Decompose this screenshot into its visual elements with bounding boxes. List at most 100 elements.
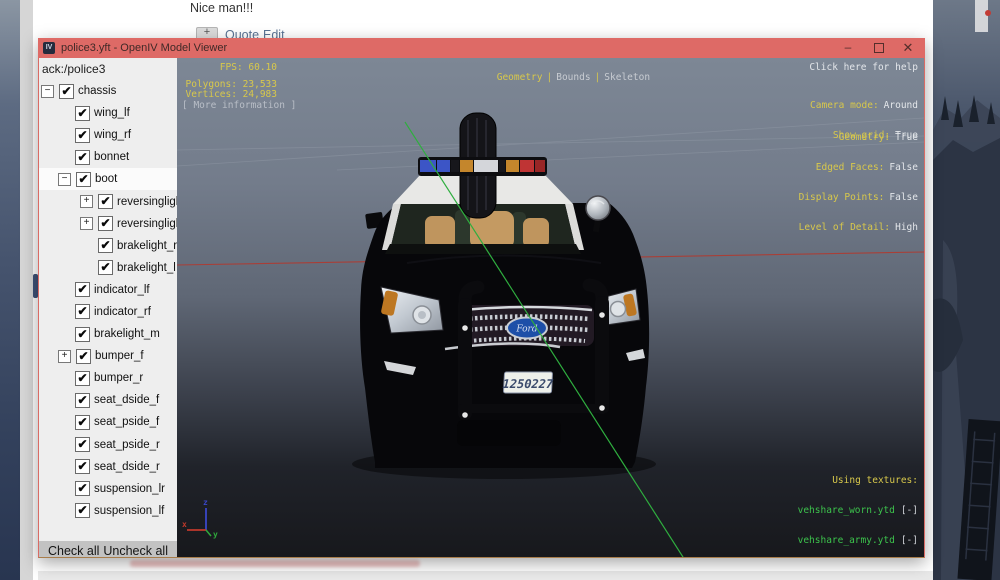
checkbox-checked-icon[interactable]: ✔ (76, 172, 91, 187)
tree-item-label: bonnet (94, 151, 129, 163)
checkbox-checked-icon[interactable]: ✔ (75, 393, 90, 408)
expand-icon[interactable]: + (58, 350, 71, 363)
tree-item-label: brakelight_r (117, 240, 177, 252)
window-titlebar[interactable]: IV police3.yft - OpenIV Model Viewer – ✕ (38, 38, 925, 58)
tree-item-reversinglight[interactable]: + ✔ reversinglight (39, 190, 177, 212)
tab-bounds[interactable]: Bounds (556, 72, 590, 83)
screen: Nice man!!! + Quote Edit (0, 0, 1000, 580)
check-all-button[interactable]: Check all (48, 544, 99, 558)
window-title: police3.yft - OpenIV Model Viewer (61, 42, 227, 54)
tree-item-brakelight_l[interactable]: ✔ brakelight_l (39, 257, 177, 279)
model-path-label: ack:/police3 (39, 58, 177, 80)
maximize-icon (874, 43, 884, 53)
tab-skeleton[interactable]: Skeleton (604, 72, 650, 83)
tree-item-label: brakelight_m (94, 328, 160, 340)
checkbox-checked-icon[interactable]: ✔ (98, 216, 113, 231)
tree-item-bonnet[interactable]: ✔ bonnet (39, 146, 177, 168)
lower-intake (457, 420, 561, 446)
tree-item-brakelight_r[interactable]: ✔ brakelight_r (39, 235, 177, 257)
tree-item-label: seat_pside_f (94, 416, 159, 428)
tree-item-bumper_f[interactable]: + ✔ bumper_f (39, 345, 177, 367)
forum-post-text: Nice man!!! (190, 1, 253, 15)
checkbox-checked-icon[interactable]: ✔ (59, 84, 74, 99)
checkbox-checked-icon[interactable]: ✔ (75, 282, 90, 297)
tree-item-label: chassis (78, 85, 116, 97)
checkbox-checked-icon[interactable]: ✔ (75, 128, 90, 143)
texture-remove-button[interactable]: [-] (901, 535, 918, 546)
collapse-icon[interactable]: − (58, 173, 71, 186)
tree-item-label: boot (95, 173, 117, 185)
tree-item-suspension_lr[interactable]: ✔ suspension_lr (39, 478, 177, 500)
help-link[interactable]: Click here for help (809, 63, 918, 73)
checkbox-checked-icon[interactable]: ✔ (98, 238, 113, 253)
tree-item-indicator_rf[interactable]: ✔ indicator_rf (39, 301, 177, 323)
model-viewport[interactable]: Ford 1250227 (177, 58, 924, 557)
openiv-app-icon: IV (43, 42, 55, 54)
license-plate-number: 1250227 (502, 377, 554, 391)
checkbox-checked-icon[interactable]: ✔ (98, 260, 113, 275)
tree-item-boot[interactable]: − ✔ boot (39, 168, 177, 190)
tab-geometry[interactable]: Geometry (497, 72, 543, 83)
checkbox-checked-icon[interactable]: ✔ (75, 304, 90, 319)
wiper-cowl (385, 244, 581, 254)
checkbox-checked-icon[interactable]: ✔ (75, 481, 90, 496)
texture-row: vehshare_worn.ytd[-] (792, 506, 918, 516)
maximize-button[interactable] (864, 38, 894, 58)
minimize-button[interactable]: – (833, 38, 863, 58)
checkbox-checked-icon[interactable]: ✔ (98, 194, 113, 209)
tree-item-label: reversinglight (117, 218, 177, 230)
tree-item-chassis[interactable]: − ✔ chassis (39, 80, 177, 102)
tree-item-label: suspension_lr (94, 483, 165, 495)
police-car-model: Ford 1250227 (352, 113, 656, 479)
checkbox-checked-icon[interactable]: ✔ (75, 415, 90, 430)
expand-icon[interactable]: + (80, 195, 93, 208)
tree-item-label: indicator_lf (94, 284, 150, 296)
checkbox-checked-icon[interactable]: ✔ (75, 459, 90, 474)
more-information-link[interactable]: [ More information ] (182, 101, 296, 111)
axis-x-label: x (182, 520, 187, 529)
checkbox-checked-icon[interactable]: ✔ (75, 503, 90, 518)
tree-item-seat_dside_f[interactable]: ✔ seat_dside_f (39, 389, 177, 411)
tree-item-label: bumper_f (95, 350, 144, 362)
checkbox-checked-icon[interactable]: ✔ (75, 150, 90, 165)
tree-item-label: brakelight_l (117, 262, 176, 274)
tree-item-seat_dside_r[interactable]: ✔ seat_dside_r (39, 456, 177, 478)
tree-item-reversinglight[interactable]: + ✔ reversinglight (39, 213, 177, 235)
texture-row: vehshare_army.ytd [-] (792, 536, 918, 546)
tree-item-label: bumper_r (94, 372, 143, 384)
render-settings: Geometry:True Edged Faces:False Display … (799, 113, 918, 253)
tree-item-label: seat_dside_r (94, 461, 160, 473)
collapse-icon[interactable]: − (41, 85, 54, 98)
tree-item-label: suspension_lf (94, 505, 164, 517)
blurred-forum-text (130, 560, 420, 567)
tree-item-wing_rf[interactable]: ✔ wing_rf (39, 124, 177, 146)
tree-item-label: wing_rf (94, 129, 131, 141)
tree-item-label: indicator_rf (94, 306, 151, 318)
openiv-model-viewer-window: IV police3.yft - OpenIV Model Viewer – ✕… (38, 38, 925, 558)
tree-item-seat_pside_f[interactable]: ✔ seat_pside_f (39, 411, 177, 433)
tree-item-label: reversinglight (117, 196, 177, 208)
close-button[interactable]: ✕ (893, 38, 923, 58)
tree-item-bumper_r[interactable]: ✔ bumper_r (39, 367, 177, 389)
tree-item-label: seat_pside_r (94, 439, 160, 451)
checkbox-checked-icon[interactable]: ✔ (75, 327, 90, 342)
tree-item-label: seat_dside_f (94, 394, 159, 406)
tree-actions-bar: Check all Uncheck all (39, 541, 177, 557)
checkbox-checked-icon[interactable]: ✔ (75, 437, 90, 452)
license-plate: 1250227 (502, 372, 554, 393)
checkbox-checked-icon[interactable]: ✔ (76, 349, 91, 364)
tab-separator: | (595, 72, 601, 83)
tree-item-brakelight_m[interactable]: ✔ brakelight_m (39, 323, 177, 345)
tree-item-indicator_lf[interactable]: ✔ indicator_lf (39, 279, 177, 301)
texture-name: vehshare_army.ytd (798, 535, 895, 546)
tree-item-suspension_lf[interactable]: ✔ suspension_lf (39, 500, 177, 522)
uncheck-all-button[interactable]: Uncheck all (103, 544, 168, 558)
textures-title: Using textures: (792, 476, 918, 486)
model-tree: − ✔ chassis ✔ wing_lf ✔ wing_rf ✔ bonnet (39, 80, 177, 522)
tree-item-seat_pside_r[interactable]: ✔ seat_pside_r (39, 434, 177, 456)
texture-remove-button[interactable]: [-] (901, 505, 918, 516)
tree-item-wing_lf[interactable]: ✔ wing_lf (39, 102, 177, 124)
expand-icon[interactable]: + (80, 217, 93, 230)
checkbox-checked-icon[interactable]: ✔ (75, 371, 90, 386)
checkbox-checked-icon[interactable]: ✔ (75, 106, 90, 121)
